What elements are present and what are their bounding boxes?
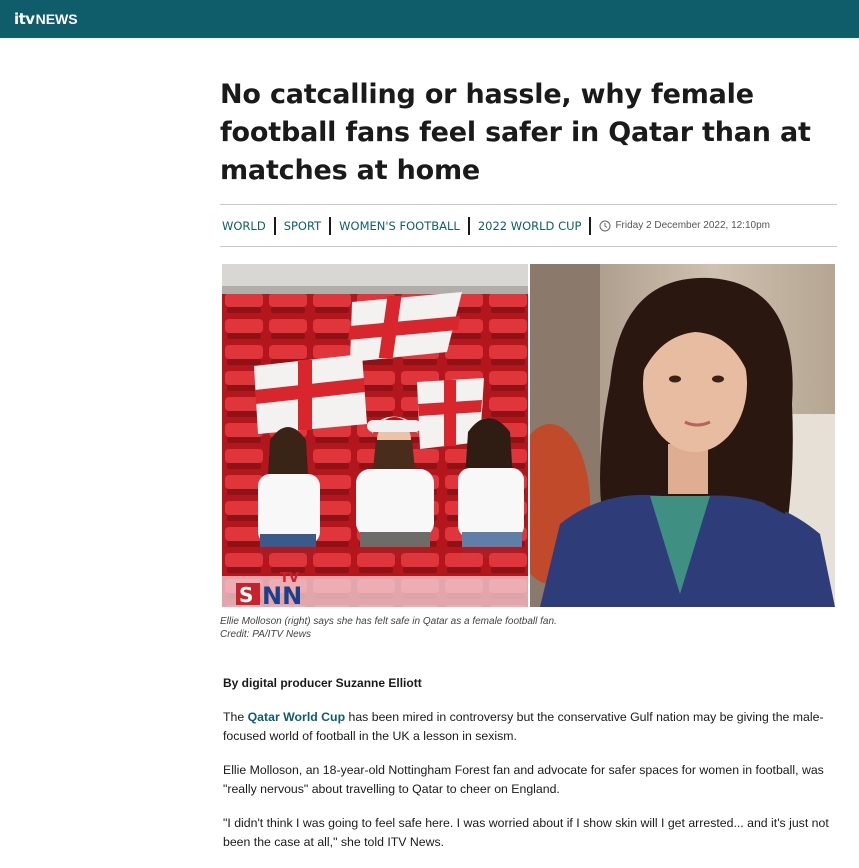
p1-before: The	[223, 710, 248, 724]
qatar-world-cup-link[interactable]: Qatar World Cup	[248, 710, 345, 724]
logo-itv: itv	[14, 10, 35, 28]
paragraph-3: "I didn't think I was going to feel safe…	[223, 816, 829, 849]
paragraph-2: Ellie Molloson, an 18-year-old Nottingha…	[223, 763, 824, 796]
paragraph-1: The Qatar World Cup has been mired in co…	[223, 708, 838, 746]
itv-news-logo[interactable]: itv NEWS	[14, 10, 78, 30]
tag-world[interactable]: WORLD	[220, 216, 276, 235]
ellie-molloson-photo	[530, 264, 835, 607]
publish-date-text: Friday 2 December 2022, 12:10pm	[615, 220, 770, 231]
image-caption: Ellie Molloson (right) says she has felt…	[220, 615, 840, 641]
publish-date: Friday 2 December 2022, 12:10pm	[599, 220, 770, 232]
caption-credit: Credit: PA/ITV News	[220, 629, 311, 640]
clock-icon	[599, 220, 611, 231]
article-image: S NN TV	[222, 264, 835, 607]
article-headline: No catcalling or hassle, why female foot…	[220, 79, 811, 186]
logo-news: NEWS	[35, 11, 78, 27]
svg-text:TV: TV	[280, 571, 299, 586]
caption-text: Ellie Molloson (right) says she has felt…	[220, 616, 557, 627]
tag-2022-world-cup[interactable]: 2022 WORLD CUP	[470, 216, 592, 235]
svg-text:S: S	[239, 583, 253, 607]
byline: By digital producer Suzanne Elliott	[223, 676, 422, 690]
site-header: itv NEWS	[0, 0, 859, 38]
article-meta-bar: WORLD SPORT WOMEN'S FOOTBALL 2022 WORLD …	[220, 204, 837, 247]
fans-photo: S NN TV	[222, 264, 528, 607]
tag-sport[interactable]: SPORT	[276, 216, 332, 235]
tag-womens-football[interactable]: WOMEN'S FOOTBALL	[331, 216, 470, 235]
